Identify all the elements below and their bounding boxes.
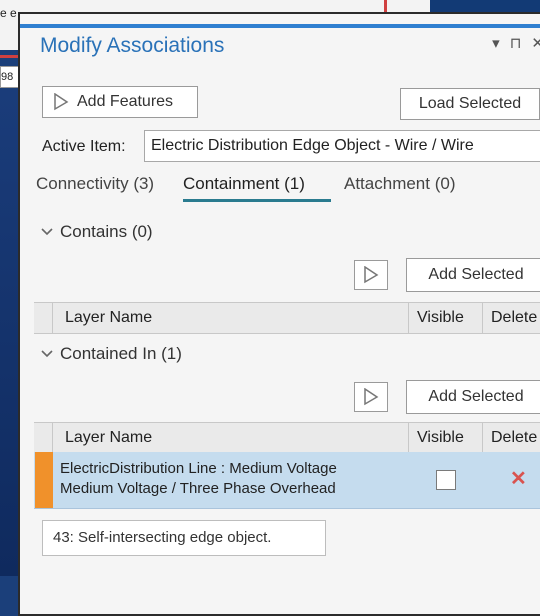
select-cursor-icon [54,93,69,111]
chevron-down-icon [41,228,53,236]
active-item-label: Active Item: [42,138,126,155]
layer-subtype-line: Medium Voltage / Three Phase Overhead [60,480,336,497]
pane-options-icon[interactable]: ▾ [492,35,510,52]
layer-name-line: ElectricDistribution Line : Medium Volta… [60,460,337,477]
pane-controls: ▾⊓✕ [492,34,540,52]
close-icon[interactable]: ✕ [531,35,540,52]
column-delete[interactable]: Delete [482,303,537,333]
add-features-label: Add Features [77,93,174,110]
selected-tab-indicator [183,199,331,202]
select-cursor-icon [364,266,379,284]
contained-in-header-label: Contained In (1) [60,344,182,363]
column-delete[interactable]: Delete [482,423,537,453]
add-features-button[interactable]: Add Features [42,86,198,118]
contains-table-header: Layer Name Visible Delete [34,302,540,334]
contained-in-add-selected-button[interactable]: Add Selected [406,380,540,414]
active-item-dropdown[interactable]: Electric Distribution Edge Object - Wire… [144,130,540,162]
tab-containment[interactable]: Containment (1) [183,174,305,194]
tab-connectivity[interactable]: Connectivity (3) [36,174,154,194]
contains-section-header[interactable]: Contains (0) [40,222,153,242]
table-row[interactable]: ElectricDistribution Line : Medium Volta… [34,452,540,509]
select-cursor-icon [364,388,379,406]
background-text: e e [0,6,17,20]
column-visible[interactable]: Visible [408,303,464,333]
modify-associations-pane: Modify Associations ▾⊓✕ Add Features Loa… [18,12,540,616]
load-selected-button[interactable]: Load Selected [400,88,540,120]
tab-attachment[interactable]: Attachment (0) [344,174,456,194]
load-selected-label: Load Selected [418,95,522,112]
delete-icon[interactable]: ✕ [510,466,527,491]
row-header-gutter [34,303,53,333]
status-message: 43: Self-intersecting edge object. [42,520,326,556]
active-item-value: Electric Distribution Edge Object - Wire… [151,137,474,154]
contains-add-selected-button[interactable]: Add Selected [406,258,540,292]
association-tabs: Connectivity (3) Containment (1) Attachm… [36,174,540,204]
contains-header-label: Contains (0) [60,222,153,241]
chevron-down-icon [41,350,53,358]
contained-in-table-header: Layer Name Visible Delete [34,422,540,454]
row-header-gutter [34,423,53,453]
visible-checkbox[interactable] [436,470,456,490]
add-selected-label: Add Selected [428,266,524,283]
row-selection-marker [35,452,53,508]
layer-name-cell: ElectricDistribution Line : Medium Volta… [60,459,337,499]
add-selected-label: Add Selected [428,388,524,405]
contained-in-section-header[interactable]: Contained In (1) [40,344,182,364]
select-features-button[interactable] [354,382,388,412]
column-layer-name[interactable]: Layer Name [65,429,152,447]
pane-title: Modify Associations [40,34,225,57]
column-layer-name[interactable]: Layer Name [65,309,152,327]
column-visible[interactable]: Visible [408,423,464,453]
select-features-button[interactable] [354,260,388,290]
pin-icon[interactable]: ⊓ [510,35,532,52]
pane-accent-bar [20,24,540,28]
